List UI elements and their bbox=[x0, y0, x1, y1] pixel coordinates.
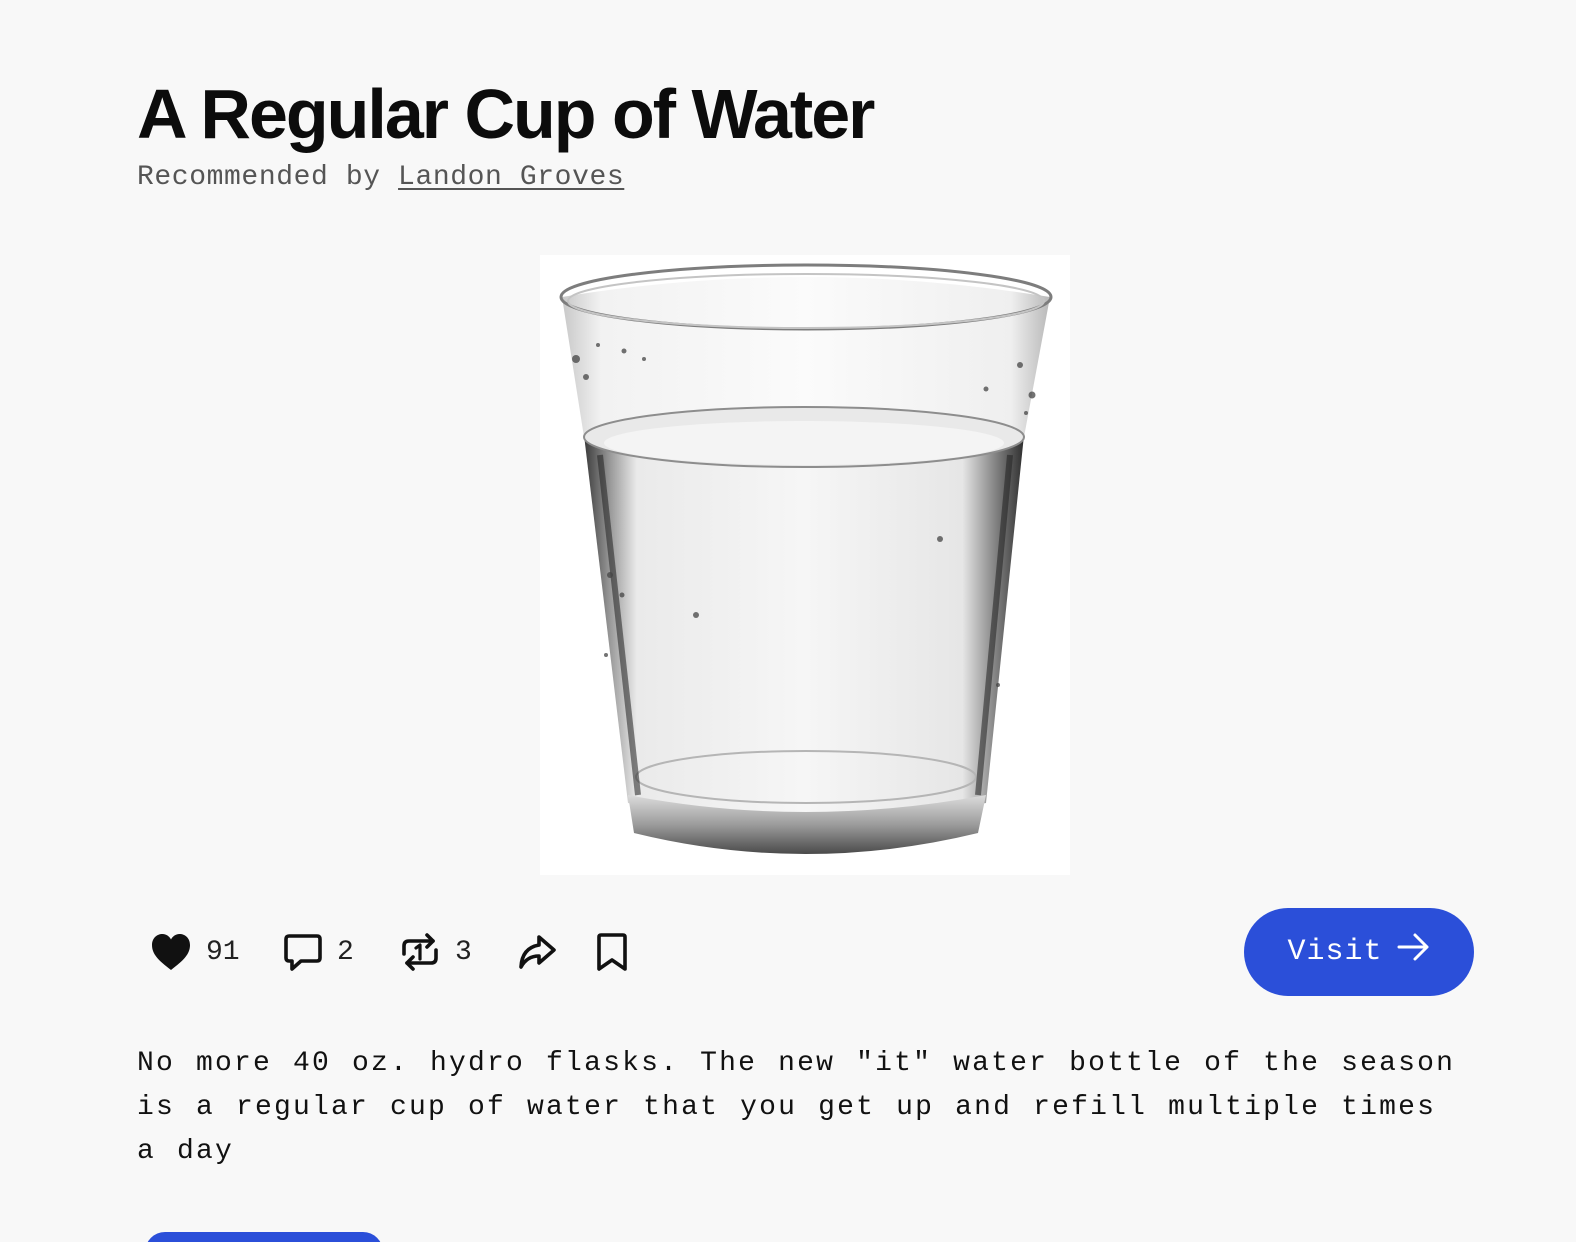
byline-prefix: Recommended by bbox=[137, 162, 381, 193]
bookmark-icon bbox=[594, 932, 630, 972]
description-text: No more 40 oz. hydro flasks. The new "it… bbox=[137, 1048, 1456, 1167]
like-count: 91 bbox=[206, 936, 240, 968]
next-section-button-edge[interactable] bbox=[145, 1232, 383, 1242]
recommender-link[interactable]: Landon Groves bbox=[398, 162, 624, 193]
byline: Recommended by Landon Groves bbox=[137, 160, 624, 196]
recommendation-page: A Regular Cup of Water Recommended by La… bbox=[0, 0, 1576, 1242]
bookmark-button[interactable] bbox=[594, 932, 630, 972]
comment-button[interactable]: 2 bbox=[283, 932, 399, 972]
visit-button-label: Visit bbox=[1287, 935, 1383, 969]
like-button[interactable]: 91 bbox=[150, 932, 283, 972]
repost-count: 3 bbox=[455, 936, 472, 968]
arrow-right-icon bbox=[1383, 932, 1431, 972]
water-glass-image bbox=[540, 255, 1070, 875]
visit-button[interactable]: Visit bbox=[1244, 908, 1474, 996]
action-bar: 91 2 3 bbox=[150, 922, 630, 982]
share-button[interactable] bbox=[517, 932, 594, 972]
repost-icon bbox=[399, 932, 441, 972]
comment-bubble-icon bbox=[283, 932, 323, 972]
comment-count: 2 bbox=[337, 936, 354, 968]
heart-icon bbox=[150, 932, 192, 972]
page-title: A Regular Cup of Water bbox=[137, 75, 875, 153]
repost-button[interactable]: 3 bbox=[399, 932, 517, 972]
share-arrow-icon bbox=[517, 932, 557, 972]
